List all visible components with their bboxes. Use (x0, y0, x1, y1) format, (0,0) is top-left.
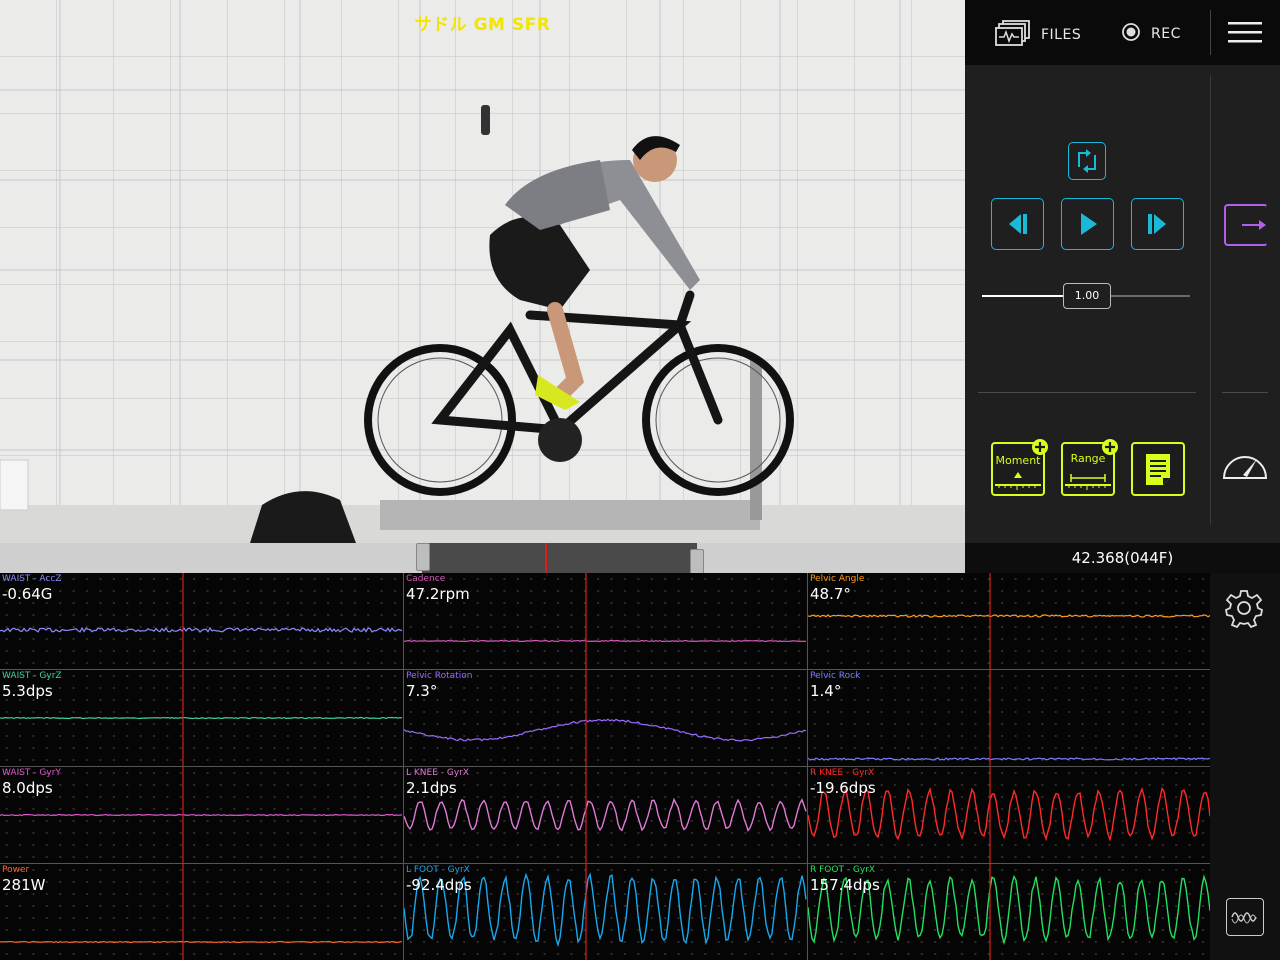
export-button[interactable] (1224, 204, 1268, 246)
speed-slider-fill (982, 295, 1066, 297)
step-back-icon (1009, 214, 1027, 234)
graph-value: 1.4° (810, 682, 842, 700)
graph-plot (404, 767, 807, 863)
timeline-scrubber[interactable] (0, 543, 965, 575)
graph-cell[interactable]: R FOOT - GyrX 157.4dps (808, 864, 1210, 960)
graph-plot (0, 767, 403, 863)
graph-value: -0.64G (2, 585, 53, 603)
range-end-handle[interactable] (690, 549, 704, 575)
moment-plus-icon (1031, 438, 1049, 460)
graph-line (0, 626, 403, 633)
graph-value: -92.4dps (406, 876, 472, 894)
graph-value: -19.6dps (810, 779, 876, 797)
gauge-icon[interactable] (1221, 447, 1269, 485)
graph-plot (404, 670, 807, 766)
graph-value: 8.0dps (2, 779, 53, 797)
graph-cell[interactable]: R KNEE - GyrX -19.6dps (808, 767, 1210, 863)
hamburger-menu-icon[interactable] (1228, 20, 1262, 48)
graph-plot (808, 573, 1210, 669)
graph-row-divider (0, 669, 1210, 670)
loop-button[interactable] (1068, 142, 1106, 180)
play-button[interactable] (1061, 198, 1114, 250)
graph-title: WAIST - GyrZ (2, 671, 62, 681)
graph-cell[interactable]: Pelvic Rotation 7.3° (404, 670, 807, 766)
timestamp-display: 42.368(044F) (965, 543, 1280, 573)
graph-line (404, 718, 807, 742)
panel-separator (978, 392, 1196, 393)
graph-title: Pelvic Angle (810, 574, 865, 584)
graph-value: 281W (2, 876, 46, 894)
graph-cell[interactable]: WAIST - GyrZ 5.3dps (0, 670, 403, 766)
graph-value: 7.3° (406, 682, 438, 700)
video-overlay-title: サドル GM SFR (414, 15, 551, 35)
graph-title: Pelvic Rotation (406, 671, 473, 681)
notes-button[interactable] (1131, 442, 1185, 496)
graph-title: Power (2, 865, 30, 875)
graph-value: 48.7° (810, 585, 851, 603)
graph-value: 5.3dps (2, 682, 53, 700)
loop-icon (1078, 149, 1096, 173)
graph-value: 47.2rpm (406, 585, 470, 603)
graph-title: Pelvic Rock (810, 671, 861, 681)
graph-title: R FOOT - GyrX (810, 865, 876, 875)
range-ruler-icon (1065, 474, 1111, 490)
graph-plot (0, 670, 403, 766)
graph-line (0, 813, 403, 817)
graph-cell[interactable]: Pelvic Rock 1.4° (808, 670, 1210, 766)
waveform-toggle-button[interactable] (1226, 898, 1264, 936)
graph-title: L KNEE - GyrX (406, 768, 470, 778)
graph-row-divider (0, 863, 1210, 864)
graph-line (808, 614, 1210, 618)
graph-line (0, 940, 403, 944)
panel-divider (1210, 75, 1211, 525)
graph-title: R KNEE - GyrX (810, 768, 875, 778)
graph-plot (0, 864, 403, 960)
step-forward-icon (1148, 214, 1166, 234)
files-button[interactable]: FILES (995, 20, 1081, 50)
graph-line (808, 757, 1210, 761)
graph-value: 2.1dps (406, 779, 457, 797)
graph-cell[interactable]: WAIST - GyrY 8.0dps (0, 767, 403, 863)
graph-line (0, 716, 403, 720)
graph-title: WAIST - AccZ (2, 574, 62, 584)
graph-cell[interactable]: Power 281W (0, 864, 403, 960)
settings-gear-icon[interactable] (1224, 588, 1264, 632)
graph-cell[interactable]: L KNEE - GyrX 2.1dps (404, 767, 807, 863)
graph-plot (808, 670, 1210, 766)
rec-button[interactable]: REC (1121, 22, 1181, 46)
graph-cell[interactable]: Pelvic Angle 48.7° (808, 573, 1210, 669)
waveform-icon (1231, 912, 1257, 924)
notes-icon (1146, 454, 1170, 485)
graph-plot (0, 573, 403, 669)
moment-ruler-icon (995, 472, 1041, 490)
graph-title: WAIST - GyrY (2, 768, 61, 778)
speed-slider-thumb[interactable]: 1.00 (1063, 283, 1111, 309)
step-back-button[interactable] (991, 198, 1044, 250)
rec-label: REC (1151, 26, 1181, 42)
video-frame (0, 0, 965, 543)
range-plus-icon (1101, 438, 1119, 460)
graph-cell[interactable]: L FOOT - GyrX -92.4dps (404, 864, 807, 960)
playhead-marker[interactable] (545, 543, 547, 573)
record-icon (1121, 22, 1141, 46)
export-arrow-icon (1242, 220, 1266, 230)
toolbar-divider (1210, 10, 1211, 55)
graph-cell[interactable]: Cadence 47.2rpm (404, 573, 807, 669)
graph-line (404, 797, 807, 832)
range-start-handle[interactable] (416, 543, 430, 571)
graph-row-divider (0, 766, 1210, 767)
graph-title: L FOOT - GyrX (406, 865, 470, 875)
step-forward-button[interactable] (1131, 198, 1184, 250)
video-view[interactable]: サドル GM SFR (0, 0, 965, 543)
graph-value: 157.4dps (810, 876, 880, 894)
graph-cell[interactable]: WAIST - AccZ -0.64G (0, 573, 403, 669)
files-label: FILES (1041, 27, 1082, 43)
graph-title: Cadence (406, 574, 446, 584)
panel-separator-right (1222, 392, 1268, 393)
play-icon (1081, 213, 1097, 235)
files-icon (995, 20, 1031, 50)
timeline-range (422, 543, 697, 573)
graph-line (404, 639, 807, 643)
